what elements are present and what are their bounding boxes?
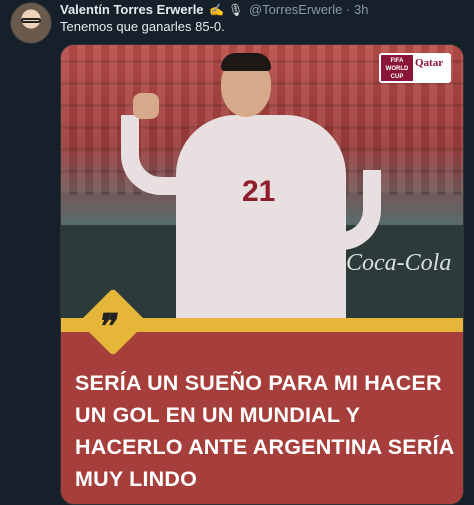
author-name[interactable]: Valentín Torres Erwerle	[60, 2, 204, 17]
writing-hand-icon: ✍	[209, 3, 225, 17]
microphone-icon: 🎙	[228, 3, 244, 17]
tweet-header: Valentín Torres Erwerle ✍ 🎙 @TorresErwerl…	[60, 2, 368, 17]
author-avatar[interactable]	[10, 2, 52, 44]
player-hair	[221, 53, 271, 71]
fifa-logo-text: FIFA WORLD CUP	[381, 55, 413, 81]
tweet-text: Tenemos que ganarles 85-0.	[60, 19, 225, 34]
author-handle[interactable]: @TorresErwerle	[249, 2, 342, 17]
quote-headline: SERÍA UN SUEÑO PARA MI HACER UN GOL EN U…	[75, 371, 454, 491]
tweet-media-image[interactable]: Coca-Cola 21 FIFA WORLD CUP Qatar ❞ SERÍ…	[60, 44, 464, 505]
player-jersey	[176, 115, 346, 330]
advertising-board-text: Coca-Cola	[346, 250, 452, 276]
tweet-timestamp[interactable]: 3h	[354, 2, 368, 17]
player-fist	[133, 93, 159, 119]
jersey-number: 21	[242, 175, 276, 208]
separator-dot: ·	[346, 2, 351, 17]
glasses-decoration	[21, 18, 41, 23]
qatar-logo-text: Qatar	[415, 57, 444, 69]
